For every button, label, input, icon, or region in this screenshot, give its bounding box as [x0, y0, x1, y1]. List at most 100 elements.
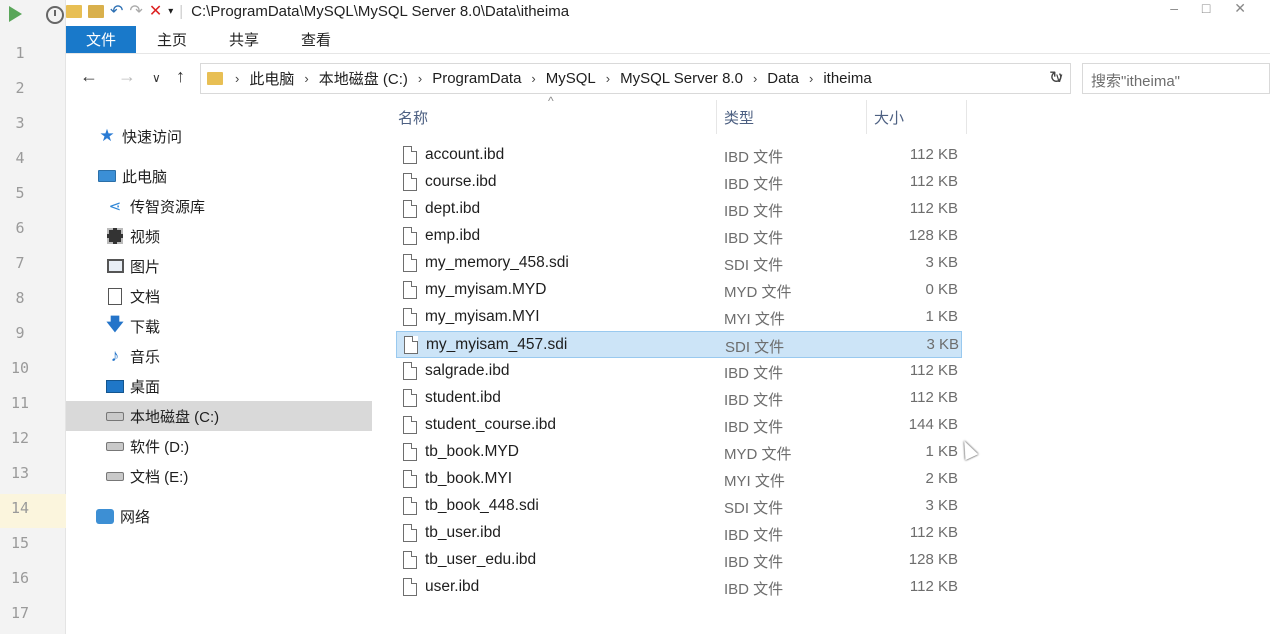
breadcrumb-itheima[interactable]: itheima: [823, 70, 871, 87]
file-size: 1 KB: [925, 308, 958, 325]
folder-icon: [66, 2, 82, 20]
new-folder-icon[interactable]: [88, 2, 104, 20]
star-icon: ★: [99, 126, 115, 145]
column-header-name[interactable]: 名称: [398, 100, 428, 134]
line-number: 15: [10, 534, 30, 552]
tab-view[interactable]: 查看: [280, 26, 352, 53]
line-number: 14: [10, 499, 30, 517]
file-row[interactable]: dept.ibd IBD 文件 112 KB: [396, 196, 962, 223]
file-icon: [403, 416, 417, 434]
file-row[interactable]: tb_book.MYD MYD 文件 1 KB: [396, 439, 962, 466]
undo-icon[interactable]: ↶: [110, 2, 123, 20]
file-icon: [404, 336, 418, 354]
file-row[interactable]: salgrade.ibd IBD 文件 112 KB: [396, 358, 962, 385]
file-size: 3 KB: [925, 497, 958, 514]
file-size: 112 KB: [909, 173, 958, 190]
nav-label: 桌面: [130, 378, 161, 396]
file-row[interactable]: student_course.ibd IBD 文件 144 KB: [396, 412, 962, 439]
file-row[interactable]: my_myisam.MYI MYI 文件 1 KB: [396, 304, 962, 331]
file-size: 0 KB: [925, 281, 958, 298]
file-type: IBD 文件: [724, 392, 784, 409]
chevron-right-icon[interactable]: ›: [753, 71, 757, 86]
nav-local-disk-c[interactable]: 本地磁盘 (C:): [66, 401, 372, 431]
nav-label: 软件 (D:): [130, 438, 190, 456]
tab-file[interactable]: 文件: [66, 26, 137, 53]
nav-network[interactable]: 网络: [96, 501, 150, 531]
nav-downloads[interactable]: 🡇 下载: [106, 311, 160, 341]
nav-pictures[interactable]: 图片: [106, 251, 160, 281]
line-number: 2: [15, 79, 25, 97]
chevron-right-icon[interactable]: ›: [304, 71, 308, 86]
customize-toolbar-icon[interactable]: ▾: [168, 2, 173, 20]
breadcrumb-data[interactable]: Data: [767, 70, 799, 87]
file-row[interactable]: student.ibd IBD 文件 112 KB: [396, 385, 962, 412]
chevron-right-icon[interactable]: ›: [418, 71, 422, 86]
window-controls[interactable]: – □ ✕: [1170, 0, 1256, 17]
navigation-row: ← → ∨ ↑ › 此电脑 › 本地磁盘 (C:) › ProgramData …: [66, 62, 1270, 94]
file-name: salgrade.ibd: [425, 362, 510, 379]
file-name: user.ibd: [425, 578, 480, 595]
window-title: C:\ProgramData\MySQL\MySQL Server 8.0\Da…: [191, 2, 570, 20]
file-row[interactable]: course.ibd IBD 文件 112 KB: [396, 169, 962, 196]
file-row[interactable]: tb_book_448.sdi SDI 文件 3 KB: [396, 493, 962, 520]
file-row[interactable]: account.ibd IBD 文件 112 KB: [396, 142, 962, 169]
file-type: IBD 文件: [724, 419, 784, 436]
breadcrumb-mysql[interactable]: MySQL: [546, 70, 596, 87]
nav-software-d[interactable]: 软件 (D:): [106, 431, 189, 461]
nav-resource-library[interactable]: ⋖ 传智资源库: [106, 191, 205, 221]
breadcrumb-this-pc[interactable]: 此电脑: [249, 68, 294, 89]
search-input[interactable]: 搜索"itheima": [1082, 63, 1270, 94]
file-name: my_memory_458.sdi: [425, 254, 569, 271]
breadcrumb-mysql-server[interactable]: MySQL Server 8.0: [620, 70, 743, 87]
column-divider[interactable]: [866, 100, 867, 134]
file-type: SDI 文件: [725, 339, 785, 356]
nav-documents[interactable]: 文档: [106, 281, 160, 311]
file-type: IBD 文件: [724, 176, 784, 193]
file-type: SDI 文件: [724, 257, 784, 274]
back-icon[interactable]: ←: [80, 66, 98, 87]
tab-home[interactable]: 主页: [136, 26, 208, 53]
nav-this-pc[interactable]: 此电脑: [98, 161, 167, 191]
file-size: 144 KB: [908, 416, 958, 433]
file-type: IBD 文件: [724, 230, 784, 247]
recent-locations-icon[interactable]: ∨: [152, 71, 161, 85]
nav-quick-access[interactable]: ★ 快速访问: [98, 121, 182, 151]
up-icon[interactable]: ↑: [176, 66, 185, 87]
nav-music[interactable]: ♪ 音乐: [106, 341, 160, 371]
file-row[interactable]: user.ibd IBD 文件 112 KB: [396, 574, 962, 601]
delete-icon[interactable]: ✕: [149, 2, 162, 20]
file-icon: [403, 254, 417, 272]
breadcrumb-local-disk[interactable]: 本地磁盘 (C:): [319, 68, 408, 89]
column-header-type[interactable]: 类型: [724, 100, 754, 134]
redo-icon[interactable]: ↷: [129, 2, 142, 20]
file-icon: [403, 578, 417, 596]
refresh-icon[interactable]: ↻: [1049, 68, 1063, 88]
run-icon[interactable]: [9, 6, 22, 22]
file-row[interactable]: my_myisam.MYD MYD 文件 0 KB: [396, 277, 962, 304]
nav-desktop[interactable]: 桌面: [106, 371, 160, 401]
column-header-size[interactable]: 大小: [874, 100, 904, 134]
chevron-right-icon[interactable]: ›: [606, 71, 610, 86]
file-row[interactable]: my_myisam_457.sdi SDI 文件 3 KB: [396, 331, 962, 358]
file-icon: [403, 308, 417, 326]
file-row[interactable]: tb_user.ibd IBD 文件 112 KB: [396, 520, 962, 547]
breadcrumb-programdata[interactable]: ProgramData: [432, 70, 521, 87]
chevron-right-icon[interactable]: ›: [235, 71, 239, 86]
file-row[interactable]: tb_book.MYI MYI 文件 2 KB: [396, 466, 962, 493]
address-bar[interactable]: › 此电脑 › 本地磁盘 (C:) › ProgramData › MySQL …: [200, 63, 1071, 94]
tab-share[interactable]: 共享: [208, 26, 280, 53]
chevron-right-icon[interactable]: ›: [531, 71, 535, 86]
nav-documents-e[interactable]: 文档 (E:): [106, 461, 188, 491]
file-row[interactable]: emp.ibd IBD 文件 128 KB: [396, 223, 962, 250]
file-row[interactable]: my_memory_458.sdi SDI 文件 3 KB: [396, 250, 962, 277]
column-divider[interactable]: [716, 100, 717, 134]
forward-icon[interactable]: →: [118, 66, 136, 87]
history-icon[interactable]: [46, 6, 64, 24]
file-row[interactable]: tb_user_edu.ibd IBD 文件 128 KB: [396, 547, 962, 574]
nav-videos[interactable]: 视频: [106, 221, 160, 251]
file-size: 112 KB: [909, 524, 958, 541]
column-divider[interactable]: [966, 100, 967, 134]
chevron-right-icon[interactable]: ›: [809, 71, 813, 86]
file-size: 112 KB: [909, 200, 958, 217]
line-number: 3: [15, 114, 25, 132]
